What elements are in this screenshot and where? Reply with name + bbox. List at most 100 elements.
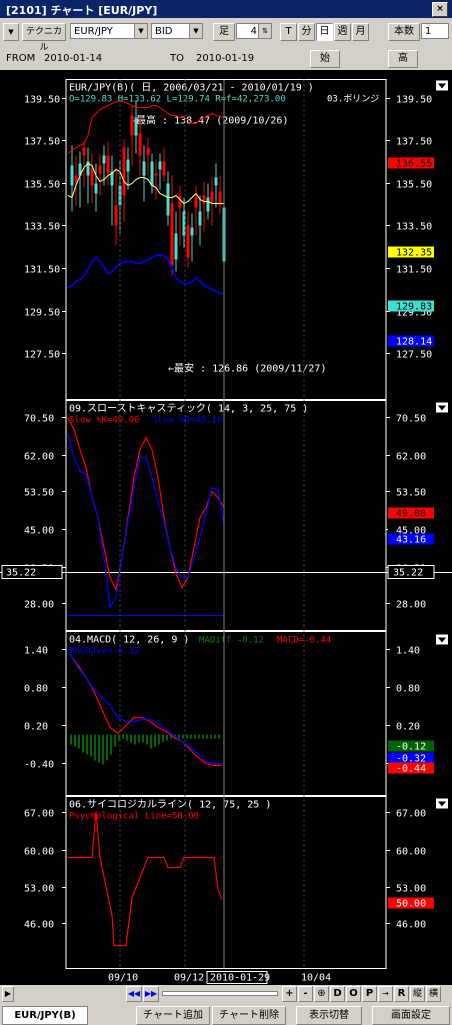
stoch-legend-k: Slow %K=49.00 — [69, 416, 139, 426]
period-button-month[interactable]: 月 — [352, 23, 369, 41]
side-select[interactable]: BID ▼ — [151, 23, 203, 39]
candle-body — [146, 147, 150, 156]
x-label: 09/10 — [108, 973, 138, 984]
macd-ave-legend: MACDAve=-0.32 — [69, 647, 139, 657]
y-label-right: 67.00 — [396, 809, 426, 820]
tab-delete-chart[interactable]: チャート削除 — [212, 1006, 286, 1025]
macd-histogram-bar — [138, 734, 140, 743]
candle-body — [162, 161, 166, 176]
value-badge-text: -0.44 — [396, 764, 426, 775]
y-label-right: 46.00 — [396, 920, 426, 931]
scroll-track[interactable] — [162, 991, 278, 996]
bottom-control-bar: ▶ ◀◀ ▶▶ + - ⊕ D O P → R 縦 横 — [0, 985, 452, 1003]
tab-add-chart[interactable]: チャート追加 — [136, 1006, 210, 1025]
spinner-icon[interactable]: ⇅ — [258, 24, 271, 38]
psy-title: 06.サイコロジカルライン( 12, 75, 25 ) — [69, 799, 271, 811]
macd-histogram-bar — [122, 734, 124, 739]
candle-body — [126, 159, 130, 172]
vertical-button[interactable]: 縦 — [410, 986, 425, 1002]
candle-body — [142, 161, 146, 176]
macd-diff-legend: MADiff -0.12 — [199, 636, 264, 646]
r-button[interactable]: R — [394, 986, 409, 1002]
y-label-left: 1.40 — [24, 646, 48, 657]
candle-body — [166, 183, 170, 216]
macd-histogram-bar — [110, 734, 112, 755]
high-button[interactable]: 高 — [388, 50, 418, 68]
scroll-right-icon[interactable]: ▶▶ — [143, 986, 159, 1002]
chevron-down-icon[interactable]: ▼ — [134, 24, 147, 38]
y-label-right: 28.00 — [396, 600, 426, 611]
candle-body — [178, 195, 182, 208]
tab-eurjpy[interactable]: EUR/JPY(B) — [2, 1006, 88, 1025]
zoom-fit-button[interactable]: ⊕ — [314, 986, 329, 1002]
y-label-left: 46.00 — [24, 920, 54, 931]
arrow-icon[interactable]: → — [378, 986, 393, 1002]
from-date[interactable]: 2010-01-14 — [44, 51, 102, 67]
candle-body — [206, 197, 210, 212]
candle-body — [94, 183, 98, 194]
candle-body — [138, 133, 142, 156]
macd-histogram-bar — [214, 734, 216, 739]
menu-dropdown-icon[interactable]: ▼ — [3, 23, 19, 41]
macd-histogram-bar — [74, 734, 76, 747]
horizontal-button[interactable]: 横 — [426, 986, 441, 1002]
bars-field[interactable]: 1 — [421, 23, 449, 39]
d-button[interactable]: D — [330, 986, 345, 1002]
tab-screen-settings[interactable]: 画面設定 — [372, 1006, 450, 1025]
zoom-in-button[interactable]: + — [282, 986, 297, 1002]
technical-button[interactable]: テクニカル — [22, 23, 66, 53]
o-button[interactable]: O — [346, 986, 361, 1002]
chevron-down-icon[interactable]: ▼ — [189, 24, 202, 38]
value-badge-text: 132.35 — [396, 248, 432, 259]
value-badge-text: 136.55 — [396, 159, 432, 170]
y-label-left: 139.50 — [24, 95, 60, 106]
p-button[interactable]: P — [362, 986, 377, 1002]
low-note: ←最安 : 126.86 (2009/11/27) — [168, 362, 326, 375]
tab-display-switch[interactable]: 表示切替 — [296, 1006, 362, 1025]
title-bar: [2101] チャート [EUR/JPY] × — [0, 0, 452, 18]
macd-histogram-bar — [126, 734, 128, 741]
scroll-start-icon[interactable]: ▶ — [2, 986, 14, 1002]
cursor-value-right-text: 35.22 — [393, 568, 423, 579]
chart-area[interactable]: EUR/JPY(B)( 日, 2006/03/21 - 2010/01/19 )… — [0, 70, 452, 1000]
cursor-value-left-text: 35.22 — [6, 568, 36, 579]
close-icon[interactable]: × — [432, 2, 448, 17]
candle-body — [198, 211, 202, 226]
macd-histogram-bar — [142, 734, 144, 743]
candle-body — [190, 227, 194, 236]
candle-body — [170, 203, 174, 266]
period-button-week[interactable]: 週 — [334, 23, 351, 41]
period-button-day[interactable]: 日 — [316, 23, 333, 41]
macd-histogram-bar — [178, 734, 180, 739]
candle-body — [114, 205, 118, 226]
period-button-minute[interactable]: 分 — [298, 23, 315, 41]
y-label-right: 70.50 — [396, 414, 426, 425]
scroll-left-icon[interactable]: ◀◀ — [126, 986, 142, 1002]
period-button-t[interactable]: T — [280, 23, 297, 41]
x-label: 10/04 — [301, 973, 331, 984]
y-label-left: 67.00 — [24, 809, 54, 820]
y-label-left: -0.40 — [24, 760, 54, 771]
macd-histogram-bar — [206, 734, 208, 739]
symbol-select[interactable]: EUR/JPY ▼ — [70, 23, 148, 39]
y-label-right: 53.50 — [396, 488, 426, 499]
macd-histogram-bar — [106, 734, 108, 761]
candle-body — [74, 175, 78, 182]
zoom-out-button[interactable]: - — [298, 986, 313, 1002]
macd-histogram-bar — [98, 734, 100, 763]
macd-histogram-bar — [210, 734, 212, 739]
side-value: BID — [155, 26, 173, 37]
y-label-left: 53.50 — [24, 488, 54, 499]
y-label-left: 127.50 — [24, 350, 60, 361]
value-badge-text: 49.00 — [396, 509, 426, 520]
to-date[interactable]: 2010-01-19 — [196, 51, 254, 67]
value-badge-text: 50.00 — [396, 899, 426, 910]
macd-histogram-bar — [146, 734, 148, 745]
macd-histogram-bar — [198, 734, 200, 739]
y-label-left: 60.00 — [24, 847, 54, 858]
macd-histogram-bar — [114, 734, 116, 747]
macd-histogram-bar — [102, 734, 104, 765]
ashi-field[interactable]: 4 ⇅ — [236, 23, 272, 39]
start-button[interactable]: 始 — [310, 50, 340, 68]
candle-body — [194, 197, 198, 208]
